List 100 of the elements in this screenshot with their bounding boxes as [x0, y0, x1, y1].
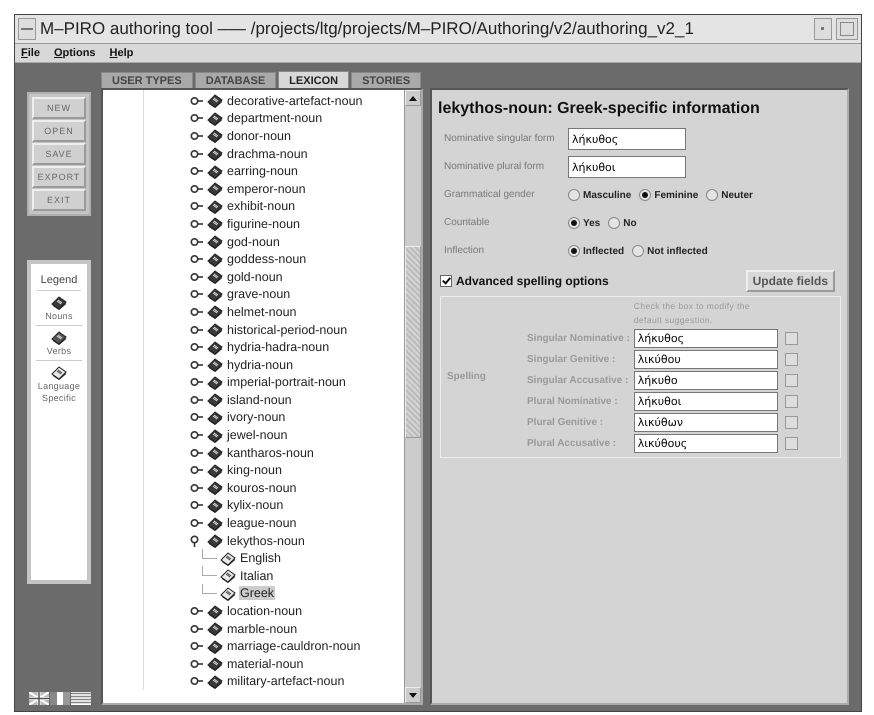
expander-handle[interactable]	[190, 517, 204, 530]
tree-item[interactable]: earring-noun	[226, 164, 299, 178]
expander-handle[interactable]	[190, 306, 204, 318]
tree-item[interactable]: drachma-noun	[226, 146, 309, 161]
expander-handle[interactable]	[190, 499, 204, 512]
expander-handle[interactable]	[190, 640, 204, 652]
tree-item[interactable]: location-noun	[226, 604, 304, 618]
expander-handle[interactable]	[190, 675, 204, 688]
radio-option[interactable]: No	[608, 217, 637, 229]
tree-item[interactable]: hydria-noun	[226, 358, 294, 372]
tree-item[interactable]: marble-noun	[226, 622, 298, 636]
expander-handle[interactable]	[190, 165, 204, 178]
tree-item[interactable]: historical-period-noun	[226, 322, 348, 337]
expander-handle[interactable]	[190, 94, 204, 107]
text-field[interactable]: λήκυθο	[634, 371, 778, 390]
tab[interactable]: USER TYPES	[101, 72, 193, 88]
tree-item[interactable]: lekythos-noun	[226, 534, 306, 548]
expander-handle[interactable]	[190, 130, 204, 142]
tree-item[interactable]: marriage-cauldron-noun	[226, 639, 362, 654]
tree-item[interactable]: league-noun	[226, 516, 298, 530]
tree-item[interactable]: imperial-portrait-noun	[226, 375, 347, 390]
text-field[interactable]: λικύθου	[634, 350, 778, 369]
tab[interactable]: LEXICON	[278, 71, 350, 88]
flag-icon[interactable]	[29, 692, 49, 705]
tab[interactable]: STORIES	[351, 72, 422, 88]
tree-item[interactable]: kouros-noun	[226, 480, 298, 495]
expander-handle[interactable]	[190, 376, 204, 388]
text-field[interactable]: λήκυθοι	[568, 156, 686, 178]
expander-handle[interactable]	[190, 270, 204, 283]
expander-handle[interactable]	[190, 236, 204, 248]
tree-item[interactable]: gold-noun	[226, 270, 284, 284]
checkbox[interactable]	[784, 353, 798, 366]
expander-handle[interactable]	[190, 394, 204, 406]
tree-item[interactable]: Italian	[239, 568, 274, 583]
expander-handle[interactable]	[190, 200, 204, 212]
radio-option[interactable]: Feminine	[639, 189, 698, 201]
expander-handle[interactable]	[190, 482, 204, 494]
expander-handle[interactable]	[190, 622, 204, 635]
menu-item[interactable]: File	[21, 47, 40, 59]
expander-handle[interactable]	[190, 288, 204, 300]
expander-handle[interactable]	[190, 148, 204, 160]
tree-item[interactable]: god-noun	[226, 234, 281, 249]
checkbox[interactable]: Advanced spelling options	[440, 274, 609, 288]
expander-handle[interactable]	[190, 341, 204, 354]
flag-icon[interactable]	[50, 692, 70, 705]
tree-item[interactable]: emperor-noun	[226, 182, 307, 196]
radio-option[interactable]: Inflected	[568, 245, 624, 257]
scroll-thumb[interactable]	[405, 246, 421, 438]
checkbox[interactable]	[784, 374, 798, 387]
sidebar-button[interactable]: SAVE	[32, 143, 86, 165]
sidebar-button[interactable]: NEW	[32, 97, 86, 119]
expander-handle[interactable]	[190, 605, 204, 618]
radio-option[interactable]: Neuter	[706, 189, 753, 201]
flag-icon[interactable]	[71, 692, 91, 705]
tree-item[interactable]: kantharos-noun	[226, 446, 315, 460]
expander-handle[interactable]	[190, 112, 204, 124]
checkbox[interactable]	[784, 395, 798, 408]
text-field[interactable]: λήκυθος	[634, 329, 778, 348]
tree-item[interactable]: department-noun	[226, 111, 324, 126]
menu-item[interactable]: Help	[110, 47, 134, 59]
tree-item[interactable]: helmet-noun	[226, 304, 298, 319]
radio-option[interactable]: Yes	[568, 217, 600, 229]
tree-item[interactable]: island-noun	[226, 392, 293, 407]
scroll-down-button[interactable]	[405, 687, 421, 703]
tree-item[interactable]: goddess-noun	[226, 252, 308, 266]
expander-handle[interactable]	[190, 182, 204, 195]
expander-handle[interactable]	[190, 446, 204, 459]
sidebar-button[interactable]: EXIT	[32, 189, 86, 211]
expander-handle[interactable]	[190, 358, 204, 371]
radio-option[interactable]: Masculine	[568, 189, 632, 201]
tab[interactable]: DATABASE	[194, 72, 276, 88]
update-button[interactable]: Update fields	[746, 270, 835, 292]
expander-handle[interactable]	[190, 253, 204, 266]
tree-item[interactable]: figurine-noun	[226, 216, 301, 231]
tree-item[interactable]: exhibit-noun	[226, 199, 296, 214]
checkbox[interactable]	[784, 416, 798, 429]
minimize-button[interactable]	[814, 18, 832, 40]
scrollbar[interactable]	[404, 90, 421, 703]
maximize-button[interactable]	[836, 18, 858, 40]
text-field[interactable]: λήκυθος	[568, 128, 686, 150]
checkbox[interactable]	[784, 437, 798, 450]
tree-item[interactable]: material-noun	[226, 656, 304, 671]
radio-option[interactable]: Not inflected	[632, 245, 708, 257]
window-menu-button[interactable]	[18, 18, 36, 40]
expander-handle[interactable]	[190, 411, 204, 424]
tree-item[interactable]: donor-noun	[226, 128, 292, 143]
text-field[interactable]: λήκυθοι	[634, 392, 778, 411]
sidebar-button[interactable]: EXPORT	[32, 166, 86, 188]
expander-handle[interactable]	[190, 429, 204, 442]
tree-item[interactable]: hydria-hadra-noun	[226, 340, 330, 354]
text-field[interactable]: λικύθων	[634, 413, 778, 432]
tree-item[interactable]: jewel-noun	[226, 428, 288, 442]
tree-item[interactable]: English	[239, 551, 282, 566]
tree-item[interactable]: king-noun	[226, 463, 283, 478]
expander-handle[interactable]	[190, 464, 204, 476]
expander-handle[interactable]	[190, 324, 204, 336]
menu-item[interactable]: Options	[54, 47, 96, 59]
tree-item[interactable]: military-artefact-noun	[226, 674, 346, 688]
tree-item[interactable]: Greek	[239, 586, 276, 600]
scroll-up-button[interactable]	[405, 90, 421, 106]
